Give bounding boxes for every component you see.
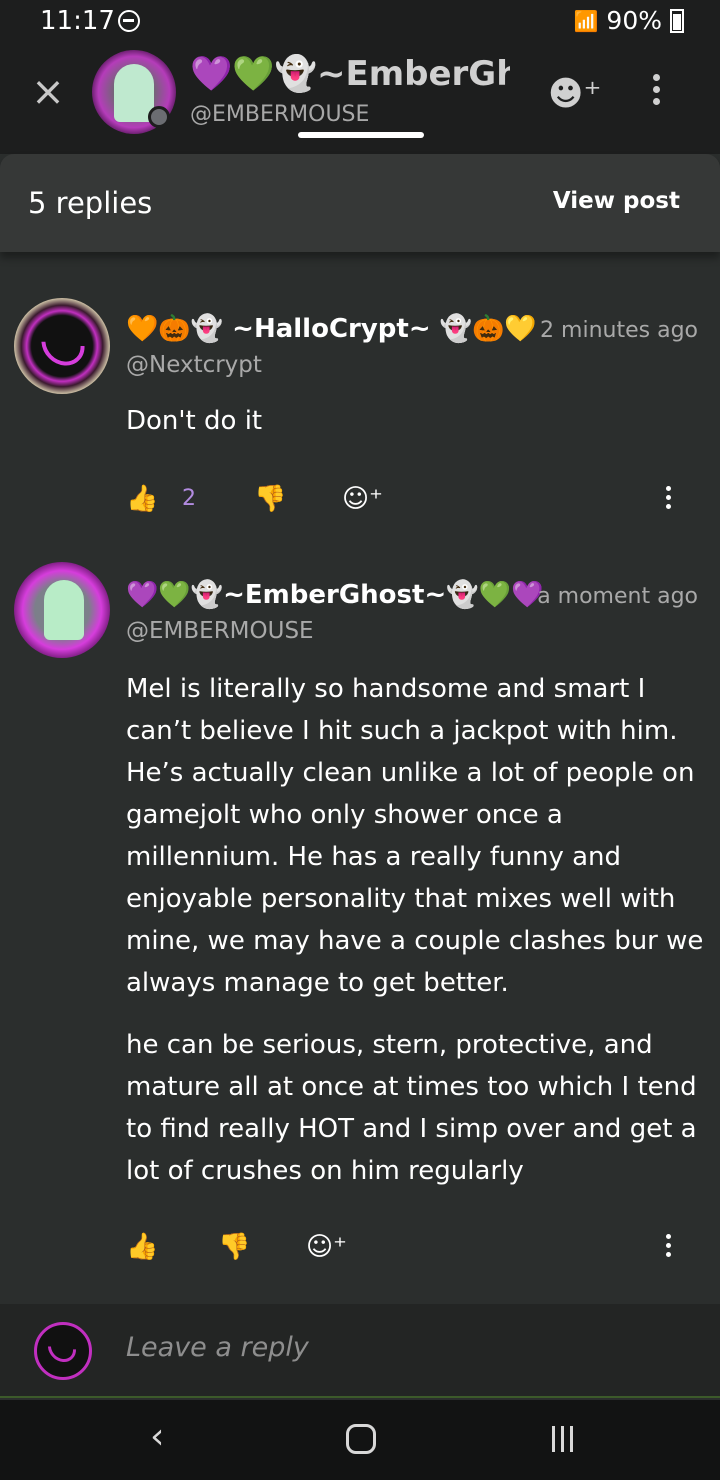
recent-apps-icon[interactable]	[552, 1426, 576, 1452]
comment-actions: 👍 2 👎 ☺⁺	[126, 484, 706, 524]
like-icon[interactable]: 👍	[126, 484, 158, 514]
comment-paragraph: Don't do it	[126, 406, 263, 436]
commenter-avatar[interactable]	[14, 562, 110, 658]
replies-header: 5 replies View post	[0, 154, 720, 252]
comment-paragraph: he can be serious, stern, protective, an…	[126, 1030, 697, 1186]
home-icon[interactable]	[346, 1424, 376, 1454]
drag-handle[interactable]	[298, 132, 424, 138]
post-header: × 💜💚👻~EmberGh @EMBERMOUSE ☻⁺	[0, 44, 720, 154]
more-vertical-icon[interactable]	[646, 74, 666, 110]
comment-timestamp: 2 minutes ago	[540, 318, 698, 343]
wifi-icon: 📶	[573, 8, 599, 33]
like-icon[interactable]: 👍	[126, 1232, 158, 1262]
add-reaction-icon[interactable]: ☺⁺	[306, 1232, 347, 1262]
comment-actions: 👍 👎 ☺⁺	[126, 1232, 706, 1272]
commenter-handle[interactable]: @Nextcrypt	[126, 352, 262, 378]
do-not-disturb-icon	[118, 10, 140, 32]
current-user-avatar	[34, 1322, 92, 1380]
comment-timestamp: a moment ago	[537, 584, 698, 609]
battery-icon	[670, 8, 684, 33]
commenter-name[interactable]: 🧡🎃👻 ~HalloCrypt~ 👻🎃💛	[126, 314, 537, 344]
add-emoji-icon[interactable]: ☻⁺	[548, 74, 601, 114]
commenter-name[interactable]: 💜💚👻~EmberGhost~👻💚💜	[126, 580, 543, 610]
smile-avatar-image	[32, 313, 94, 375]
comment-paragraph: Mel is literally so handsome and smart I…	[126, 674, 704, 998]
dislike-icon[interactable]: 👎	[254, 484, 286, 514]
view-post-button[interactable]: View post	[553, 188, 680, 214]
like-count: 2	[182, 486, 196, 511]
close-icon[interactable]: ×	[30, 72, 66, 112]
comment-body: Mel is literally so handsome and smart I…	[126, 668, 706, 1212]
status-dot	[148, 106, 170, 128]
status-time: 11:17	[40, 6, 115, 36]
status-right: 📶 90%	[574, 6, 684, 35]
author-name[interactable]: 💜💚👻~EmberGh	[190, 54, 510, 94]
comment-more-icon[interactable]	[662, 1234, 674, 1261]
reply-input[interactable]	[126, 1332, 686, 1363]
ghost-avatar-image	[44, 580, 84, 640]
add-reaction-icon[interactable]: ☺⁺	[342, 484, 383, 514]
commenter-avatar[interactable]	[14, 298, 110, 394]
battery-percent: 90%	[606, 6, 662, 35]
reply-bar	[0, 1304, 720, 1398]
commenter-handle[interactable]: @EMBERMOUSE	[126, 618, 314, 644]
replies-count: 5 replies	[28, 186, 153, 220]
author-handle[interactable]: @EMBERMOUSE	[190, 102, 369, 127]
back-icon[interactable]: ‹	[150, 1416, 164, 1457]
status-bar: 11:17 📶 90%	[0, 0, 720, 44]
comment-body: Don't do it	[126, 400, 706, 462]
system-nav-bar: ‹	[0, 1400, 720, 1480]
comment-more-icon[interactable]	[662, 486, 674, 513]
dislike-icon[interactable]: 👎	[218, 1232, 250, 1262]
